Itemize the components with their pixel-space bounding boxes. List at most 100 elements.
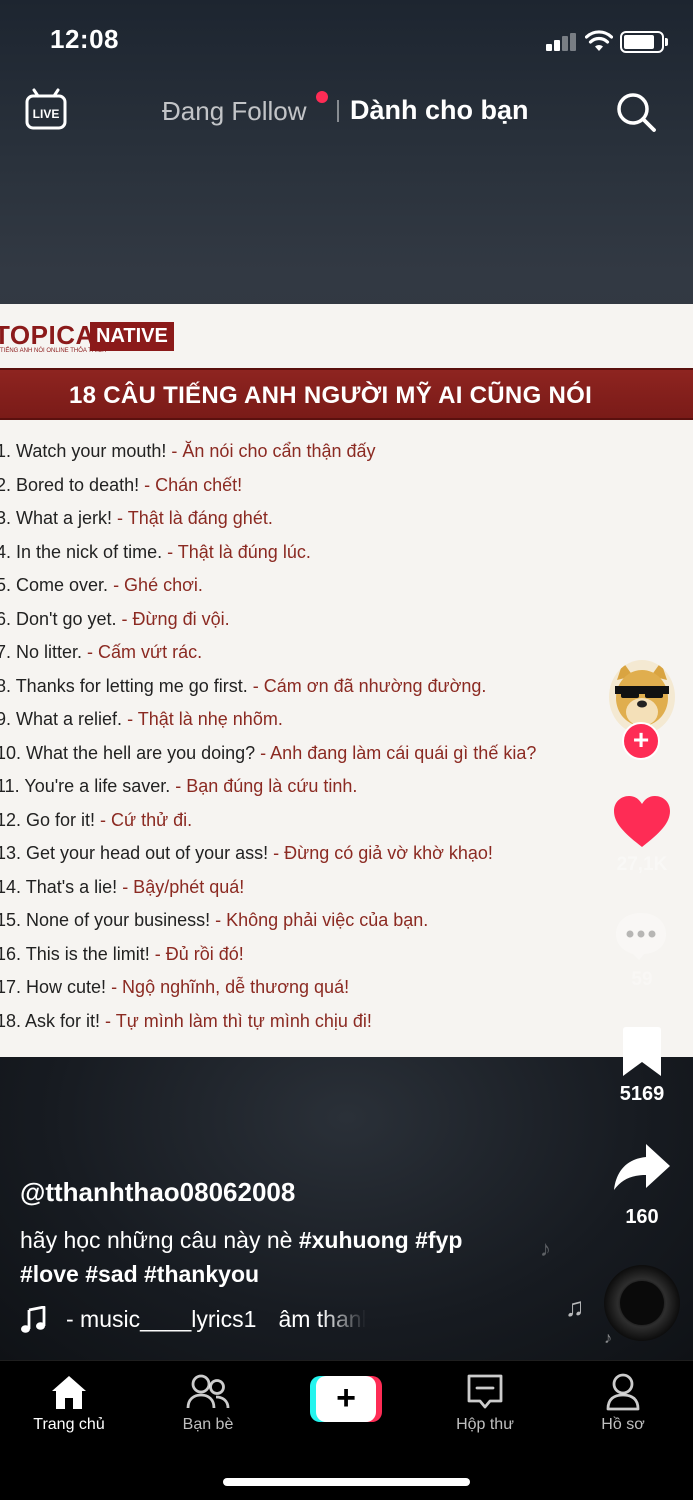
phrase-en: 9. What a relief. [0, 709, 123, 729]
phrase-vi: - Thật là đáng ghét. [112, 508, 273, 528]
music-ticker[interactable]: - music____lyrics1 âm thanh gốc [66, 1306, 366, 1333]
tab-divider [337, 100, 339, 122]
live-label: LIVE [33, 107, 60, 121]
comment-icon[interactable] [613, 910, 669, 962]
phrase-vi: - Đừng đi vội. [116, 608, 230, 629]
phrase-vi: - Thật là nhẹ nhõm. [122, 709, 283, 729]
caption-hashtags[interactable]: #love #sad #thankyou [20, 1261, 259, 1287]
phrase-item: 2. Bored to death! - Chán chết! [0, 469, 596, 503]
plus-icon: + [336, 1379, 356, 1417]
nav-profile-label: Hồ sơ [601, 1416, 645, 1433]
phrase-item: 5. Come over. - Ghé chơi. [0, 569, 596, 603]
phrase-vi: - Cám ơn đã nhường đường. [247, 675, 487, 696]
phrase-en: 5. Come over. [0, 575, 109, 595]
phrase-en: 17. How cute! [0, 977, 107, 997]
phrase-item: 17. How cute! - Ngộ nghĩnh, dễ thương qu… [0, 971, 596, 1005]
phrase-item: 18. Ask for it! - Tự mình làm thì tự mìn… [0, 1005, 596, 1039]
wifi-icon [585, 30, 613, 51]
phrase-vi: - Ngộ nghĩnh, dễ thương quá! [106, 977, 350, 997]
music-note-icon: ♪ [604, 1330, 612, 1347]
phrase-item: 10. What the hell are you doing? - Anh đ… [0, 737, 596, 771]
phrase-vi: - Thật là đúng lúc. [162, 541, 311, 562]
music-note-icon: ♫ [565, 1292, 585, 1322]
friends-icon [186, 1374, 230, 1409]
creator-username[interactable]: @tthanhthao08062008 [20, 1177, 295, 1208]
nav-home-label: Trang chủ [33, 1416, 105, 1433]
heart-icon[interactable] [612, 795, 672, 849]
phrase-vi: - Cứ thử đi. [95, 809, 193, 830]
phrase-item: 12. Go for it! - Cứ thử đi. [0, 804, 596, 838]
phrase-en: 18. Ask for it! [0, 1010, 101, 1031]
music-artist: - music____lyrics1 [66, 1306, 257, 1332]
logo-main: TOPICA [0, 320, 95, 350]
music-note-icon [21, 1306, 46, 1333]
phrase-en: 13. Get your head out of your ass! [0, 843, 269, 863]
follow-button[interactable]: + [622, 722, 660, 760]
phrase-item: 4. In the nick of time. - Thật là đúng l… [0, 536, 596, 570]
notification-dot [316, 91, 328, 103]
bookmark-icon[interactable] [620, 1026, 664, 1078]
video-caption: hãy học những câu này nè #xuhuong #fyp #… [20, 1223, 540, 1291]
video-content-card[interactable]: TOPICA NATIVE TIẾNG ANH NÓI ONLINE THỎA … [0, 304, 693, 1057]
phrase-en: 12. Go for it! [0, 809, 96, 830]
phrase-vi: - Bậy/phét quá! [117, 876, 245, 897]
phrase-vi: - Ăn nói cho cẩn thận đấy [166, 441, 376, 461]
inbox-icon [467, 1374, 503, 1409]
phrase-item: 6. Don't go yet. - Đừng đi vội. [0, 603, 596, 637]
phrase-en: 10. What the hell are you doing? [0, 742, 256, 763]
nav-inbox[interactable]: Hộp thư [430, 1361, 540, 1441]
nav-home[interactable]: Trang chủ [14, 1361, 124, 1441]
banner-title: 18 CÂU TIẾNG ANH NGƯỜI MỸ AI CŨNG NÓI [69, 382, 593, 409]
phrase-en: 15. None of your business! [0, 910, 211, 930]
phrase-item: 14. That's a lie! - Bậy/phét quá! [0, 871, 596, 905]
logo-native: NATIVE [90, 322, 174, 351]
music-disc-center [620, 1281, 664, 1325]
phrase-vi: - Cấm vứt rác. [82, 642, 203, 662]
phrase-en: 8. Thanks for letting me go first. [0, 675, 248, 696]
phrase-item: 13. Get your head out of your ass! - Đừn… [0, 837, 596, 871]
phrase-en: 4. In the nick of time. [0, 541, 163, 562]
nav-profile[interactable]: Hồ sơ [568, 1361, 678, 1441]
phrase-vi: - Đừng có giả vờ khờ khạo! [268, 843, 493, 863]
tab-following[interactable]: Đang Follow [162, 96, 307, 127]
live-icon[interactable]: LIVE [24, 88, 68, 132]
nav-friends[interactable]: Bạn bè [153, 1361, 263, 1441]
phrase-item: 15. None of your business! - Không phải … [0, 904, 596, 938]
caption-hashtags[interactable]: #xuhuong #fyp [299, 1227, 463, 1253]
phrase-en: 6. Don't go yet. [0, 608, 117, 629]
phrase-item: 16. This is the limit! - Đủ rồi đó! [0, 938, 596, 972]
like-count: 27,1K [616, 854, 668, 875]
phrase-item: 8. Thanks for letting me go first. - Cám… [0, 670, 596, 704]
title-banner: 18 CÂU TIẾNG ANH NGƯỜI MỸ AI CŨNG NÓI [0, 368, 693, 420]
phrase-en: 7. No litter. [0, 642, 83, 662]
phrase-vi: - Chán chết! [139, 474, 243, 495]
phrase-en: 3. What a jerk! [0, 508, 113, 528]
comment-count: 59 [631, 969, 653, 990]
phrase-item: 3. What a jerk! - Thật là đáng ghét. [0, 502, 596, 536]
share-icon[interactable] [612, 1142, 672, 1194]
phrase-en: 14. That's a lie! [0, 876, 118, 897]
phrase-item: 7. No litter. - Cấm vứt rác. [0, 636, 596, 670]
phrase-en: 1. Watch your mouth! [0, 441, 167, 461]
phrase-vi: - Tự mình làm thì tự mình chịu đi! [100, 1010, 372, 1031]
caption-text: hãy học những câu này nè [20, 1227, 299, 1253]
music-title: âm thanh gốc [278, 1306, 366, 1332]
nav-friends-label: Bạn bè [182, 1416, 234, 1433]
phrase-vi: - Đủ rồi đó! [149, 943, 244, 964]
tab-for-you[interactable]: Dành cho bạn [350, 95, 529, 126]
phrase-en: 16. This is the limit! [0, 943, 150, 964]
phrase-vi: - Ghé chơi. [108, 575, 203, 595]
phrase-list: 1. Watch your mouth! - Ăn nói cho cẩn th… [0, 435, 596, 1038]
logo-subtitle: TIẾNG ANH NÓI ONLINE THỎA THÍCH [0, 348, 107, 354]
nav-inbox-label: Hộp thư [456, 1416, 514, 1433]
search-icon[interactable] [614, 90, 658, 134]
share-count: 160 [625, 1206, 659, 1228]
home-indicator [223, 1478, 470, 1486]
phrase-item: 9. What a relief. - Thật là nhẹ nhõm. [0, 703, 596, 737]
phrase-en: 2. Bored to death! [0, 474, 140, 495]
create-button[interactable]: + [310, 1376, 382, 1422]
status-time: 12:08 [50, 24, 119, 54]
cellular-signal-icon [546, 33, 578, 51]
profile-icon [606, 1373, 640, 1411]
phrase-vi: - Anh đang làm cái quái gì thế kia? [255, 742, 537, 763]
